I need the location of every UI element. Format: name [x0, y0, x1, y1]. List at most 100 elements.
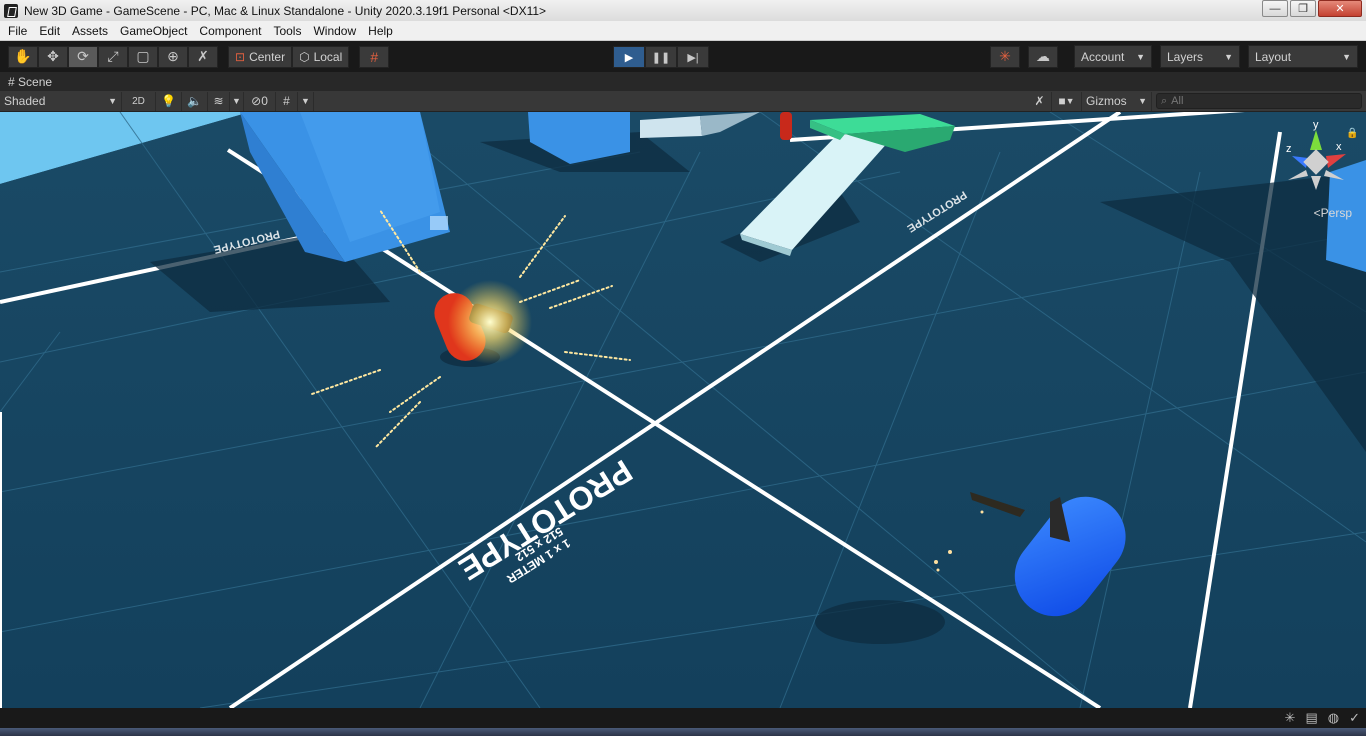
grid-icon: #: [283, 94, 290, 108]
pause-icon: ❚❚: [651, 51, 671, 64]
custom-tool-button[interactable]: ✗: [188, 45, 218, 68]
scene-viewport[interactable]: PROTOTYPE 1 x 1 METER 512 x 512 PROTOTYP…: [0, 112, 1366, 708]
draw-mode-dropdown[interactable]: Shaded ▼: [0, 91, 122, 111]
pause-button[interactable]: ❚❚: [645, 46, 677, 68]
axis-z-label: z: [1286, 143, 1292, 155]
menu-tools[interactable]: Tools: [267, 24, 307, 38]
collab-icon: ✳: [999, 48, 1011, 64]
gizmos-label: Gizmos: [1086, 94, 1127, 108]
os-taskbar: [0, 728, 1366, 736]
effects-toggle[interactable]: ≋: [208, 91, 230, 111]
camera-settings[interactable]: ■ ▼: [1052, 91, 1082, 111]
menu-window[interactable]: Window: [307, 24, 362, 38]
projection-label: Persp: [1320, 206, 1352, 220]
scale-icon: ⤢: [107, 48, 119, 64]
scene-tab-label: Scene: [18, 74, 53, 89]
layout-label: Layout: [1255, 49, 1292, 64]
scene-render: PROTOTYPE 1 x 1 METER 512 x 512 PROTOTYP…: [0, 112, 1366, 708]
play-controls: ▶ ❚❚ ▶|: [613, 46, 709, 68]
lock-icon[interactable]: 🔒: [1346, 127, 1358, 139]
tools-toggle[interactable]: ✗: [1028, 91, 1052, 111]
menu-edit[interactable]: Edit: [33, 24, 66, 38]
move-icon: ✥: [47, 48, 59, 64]
chevron-down-icon: ▼: [1224, 51, 1233, 62]
window-titlebar: New 3D Game - GameScene - PC, Mac & Linu…: [0, 0, 1366, 21]
cloud-button[interactable]: ☁: [1028, 45, 1058, 68]
menu-gameobject[interactable]: GameObject: [114, 24, 193, 38]
menu-file[interactable]: File: [2, 24, 33, 38]
pivot-mode-label: Center: [249, 49, 286, 64]
minimize-button[interactable]: —: [1262, 0, 1288, 17]
status-icons: ✳ ▤ ◍ ✓: [1285, 710, 1360, 726]
hidden-objects-toggle[interactable]: ⊘ 0: [244, 91, 276, 111]
axis-y-label: y: [1313, 119, 1319, 131]
pivot-rotation-button[interactable]: ⬡ Local: [292, 45, 350, 68]
red-pillar[interactable]: [780, 112, 792, 140]
snap-controls: #: [359, 45, 390, 68]
collab-button[interactable]: ✳: [990, 45, 1020, 68]
grid-icon: #: [8, 74, 15, 89]
chevron-down-icon: ▼: [1342, 51, 1351, 62]
chevron-down-icon: ▼: [1138, 96, 1147, 106]
light-bulb-icon: 💡: [161, 94, 176, 108]
chevron-down-icon: ▼: [232, 96, 241, 106]
scene-view-toolbar: Shaded ▼ 2D 💡 🔈 ≋ ▼ ⊘ 0 # ▼ ✗ ■ ▼ Gizmos ▼ ⌕…: [0, 91, 1366, 112]
layout-dropdown[interactable]: Layout ▼: [1248, 45, 1358, 68]
menu-help[interactable]: Help: [362, 24, 399, 38]
layers-dropdown[interactable]: Layers ▼: [1160, 45, 1240, 68]
menu-assets[interactable]: Assets: [66, 24, 114, 38]
account-dropdown[interactable]: Account ▼: [1074, 45, 1152, 68]
2d-label: 2D: [132, 95, 145, 107]
status-bar: ✳ ▤ ◍ ✓: [0, 708, 1366, 728]
pivot-mode-button[interactable]: ⊡ Center: [228, 45, 293, 68]
account-label: Account: [1081, 49, 1125, 64]
scene-search[interactable]: ⌕ All: [1156, 93, 1362, 109]
search-icon: ⌕: [1161, 94, 1168, 107]
tools-icon: ✗: [197, 48, 209, 64]
transform-tool-button[interactable]: ⊕: [158, 45, 188, 68]
cache-icon[interactable]: ▤: [1305, 710, 1317, 726]
toolbar-right: ✳ ☁ Account ▼ Layers ▼ Layout ▼: [990, 45, 1358, 68]
chevron-down-icon: ▼: [1136, 51, 1145, 62]
scene-tab-bar: # Scene: [0, 72, 1366, 91]
close-button[interactable]: ✕: [1318, 0, 1362, 17]
step-button[interactable]: ▶|: [677, 46, 709, 68]
transform-tools: ✋ ✥ ⟳ ⤢ ▢ ⊕ ✗: [8, 45, 218, 68]
grid-dropdown[interactable]: ▼: [298, 91, 314, 111]
play-button[interactable]: ▶: [613, 46, 645, 68]
projection-toggle[interactable]: <Persp: [1314, 206, 1352, 220]
effects-dropdown[interactable]: ▼: [230, 91, 244, 111]
move-tool-button[interactable]: ✥: [38, 45, 68, 68]
2d-toggle[interactable]: 2D: [122, 91, 156, 111]
grid-snap-button[interactable]: #: [359, 45, 390, 68]
rect-icon: ▢: [136, 48, 150, 64]
rotate-tool-button[interactable]: ⟳: [68, 45, 98, 68]
hand-tool-button[interactable]: ✋: [8, 45, 38, 68]
scale-tool-button[interactable]: ⤢: [98, 45, 128, 68]
window-controls: — ❐ ✕: [1260, 0, 1362, 19]
bake-icon[interactable]: ◍: [1328, 710, 1339, 726]
unity-icon: [4, 3, 18, 18]
menu-component[interactable]: Component: [193, 24, 267, 38]
lighting-toggle[interactable]: 💡: [156, 91, 182, 111]
play-icon: ▶: [624, 51, 634, 64]
scene-tab[interactable]: # Scene: [8, 75, 52, 89]
camera-icon: ■: [1058, 94, 1066, 108]
audio-toggle[interactable]: 🔈: [182, 91, 208, 111]
maximize-button[interactable]: ❐: [1290, 0, 1316, 17]
debug-icon[interactable]: ✳: [1285, 710, 1296, 726]
grid-snap-icon: #: [370, 48, 379, 65]
effects-icon: ≋: [213, 94, 224, 108]
grid-toggle[interactable]: #: [276, 91, 298, 111]
chevron-down-icon: ▼: [1065, 96, 1075, 106]
main-toolbar: ✋ ✥ ⟳ ⤢ ▢ ⊕ ✗ ⊡ Center ⬡ Local # ▶ ❚❚ ▶| ✳…: [0, 41, 1366, 72]
progress-check-icon[interactable]: ✓: [1349, 710, 1360, 726]
gizmos-dropdown[interactable]: Gizmos ▼: [1082, 91, 1152, 111]
speaker-icon: 🔈: [187, 94, 202, 108]
axis-x-label: x: [1336, 141, 1342, 153]
eye-slash-icon: ⊘: [251, 94, 262, 108]
hidden-count: 0: [261, 94, 268, 108]
rect-tool-button[interactable]: ▢: [128, 45, 158, 68]
tools-icon: ✗: [1034, 94, 1045, 108]
cloud-icon: ☁: [1036, 48, 1050, 64]
